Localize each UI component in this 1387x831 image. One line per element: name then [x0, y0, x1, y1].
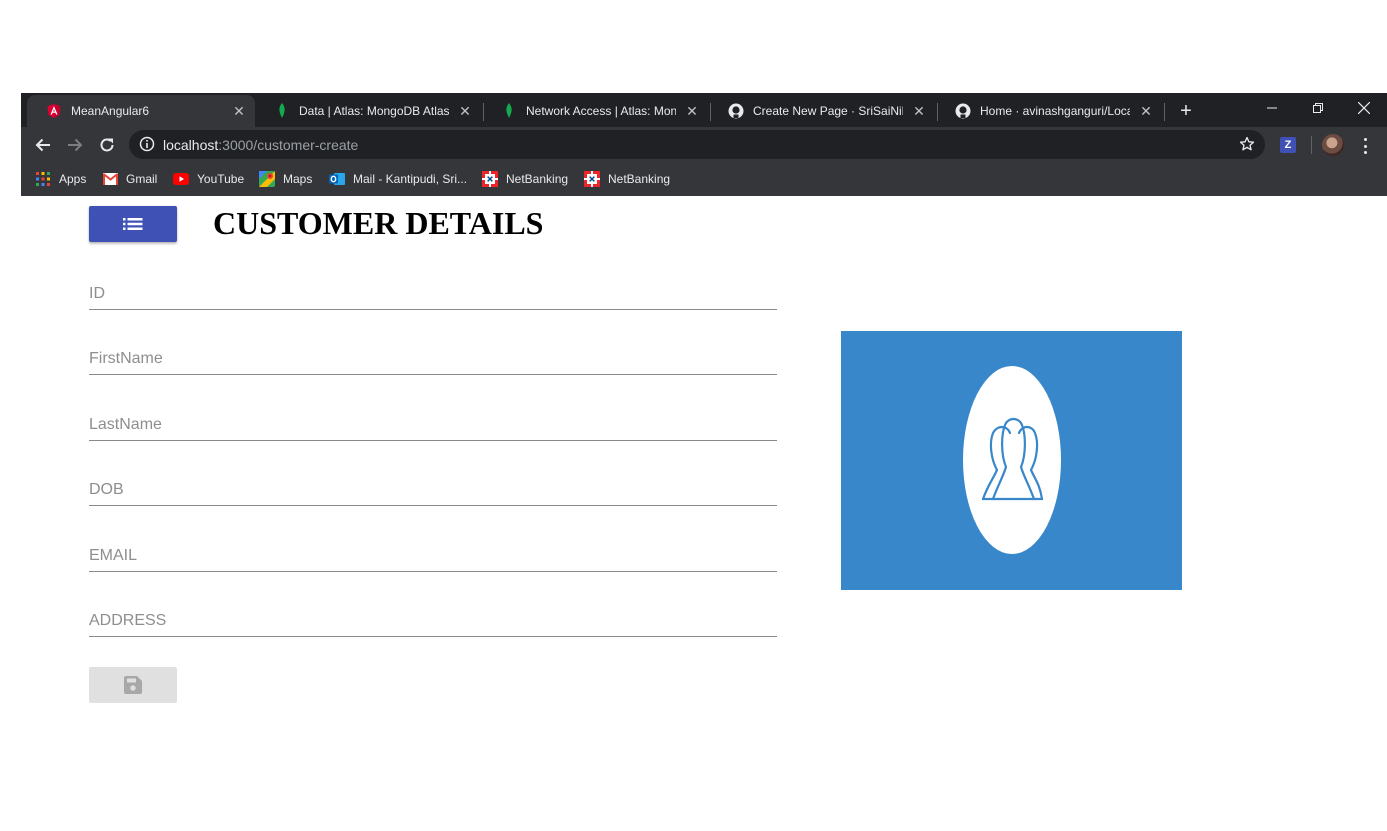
tab-title: Create New Page · SriSaiNikhil: [753, 104, 903, 118]
minimize-button[interactable]: [1249, 93, 1295, 123]
page-title: CUSTOMER DETAILS: [213, 205, 544, 241]
customers-icon: [963, 366, 1061, 554]
save-button[interactable]: [89, 667, 177, 703]
close-tab-icon[interactable]: ✕: [1136, 101, 1156, 121]
restore-button[interactable]: [1295, 93, 1341, 123]
youtube-icon: [173, 171, 189, 187]
bookmark-apps[interactable]: Apps: [35, 170, 86, 188]
list-icon: [123, 218, 143, 230]
tab-meanangular6[interactable]: MeanAngular6 ✕: [27, 95, 255, 127]
firstname-input[interactable]: [89, 350, 777, 368]
bookmark-label: Maps: [283, 172, 313, 186]
save-icon: [124, 676, 142, 694]
customer-illustration: [841, 331, 1182, 590]
url-host: localhost: [163, 137, 219, 153]
id-input[interactable]: [89, 285, 777, 303]
menu-list-button[interactable]: [89, 206, 177, 242]
reload-button[interactable]: [95, 133, 119, 157]
dob-input[interactable]: [89, 481, 777, 499]
close-tab-icon[interactable]: ✕: [909, 101, 929, 121]
browser-menu-icon[interactable]: [1355, 136, 1375, 156]
address-bar[interactable]: localhost:3000/customer-create: [129, 130, 1265, 159]
tab-title: Home · avinashganguri/Location: [980, 104, 1130, 118]
mongodb-leaf-icon: [501, 103, 517, 119]
dob-field[interactable]: [89, 476, 777, 506]
arrow-left-icon: [35, 138, 50, 152]
hdfc-icon: [584, 171, 600, 187]
close-tab-icon[interactable]: ✕: [682, 101, 702, 121]
bookmark-gmail[interactable]: Gmail: [102, 170, 157, 188]
profile-avatar[interactable]: [1322, 134, 1344, 156]
close-tab-icon[interactable]: ✕: [229, 101, 249, 121]
forward-button[interactable]: [63, 133, 87, 157]
tab-data-atlas[interactable]: Data | Atlas: MongoDB Atlas ✕: [255, 95, 481, 127]
info-icon[interactable]: [139, 136, 155, 152]
back-button[interactable]: [31, 133, 55, 157]
browser-window: MeanAngular6 ✕ Data | Atlas: MongoDB Atl…: [21, 93, 1387, 196]
browser-toolbar: localhost:3000/customer-create Z: [21, 127, 1387, 163]
bookmark-label: Mail - Kantipudi, Sri...: [353, 172, 468, 186]
url-path: :3000/customer-create: [218, 137, 359, 153]
bookmark-label: YouTube: [197, 172, 245, 186]
close-tab-icon[interactable]: ✕: [455, 101, 475, 121]
tab-home-location[interactable]: Home · avinashganguri/Location ✕: [936, 95, 1162, 127]
bookmark-label: NetBanking: [608, 172, 671, 186]
tab-create-new-page[interactable]: Create New Page · SriSaiNikhil ✕: [709, 95, 935, 127]
arrow-right-icon: [68, 138, 83, 152]
bookmarks-bar: Apps Gmail YouTube Maps Mail - Kantipudi…: [21, 163, 1387, 196]
tab-title: Data | Atlas: MongoDB Atlas: [299, 104, 449, 118]
bookmark-netbanking-1[interactable]: NetBanking: [482, 170, 568, 188]
tab-title: Network Access | Atlas: MongoDB Atlas: [526, 104, 676, 118]
github-icon: [955, 103, 971, 119]
url-text[interactable]: localhost:3000/customer-create: [163, 137, 358, 153]
bookmark-star-icon[interactable]: [1239, 136, 1255, 152]
id-field[interactable]: [89, 280, 777, 310]
github-icon: [728, 103, 744, 119]
lastname-field[interactable]: [89, 411, 777, 441]
reload-icon: [100, 138, 114, 152]
apps-grid-icon: [35, 171, 51, 187]
email-input[interactable]: [89, 547, 777, 565]
minimize-icon: [1267, 107, 1277, 109]
restore-icon: [1313, 103, 1323, 113]
bookmark-label: Gmail: [126, 172, 158, 186]
gmail-icon: [102, 171, 118, 187]
bookmark-label: NetBanking: [506, 172, 569, 186]
close-window-button[interactable]: [1341, 93, 1387, 123]
toolbar-separator: [1311, 136, 1312, 154]
bookmark-youtube[interactable]: YouTube: [173, 170, 244, 188]
extension-z-icon[interactable]: Z: [1280, 137, 1296, 153]
close-icon: [1358, 102, 1370, 114]
bookmark-netbanking-2[interactable]: NetBanking: [584, 170, 670, 188]
new-tab-button[interactable]: +: [1175, 101, 1197, 123]
angular-icon: [46, 103, 62, 119]
bookmark-maps[interactable]: Maps: [259, 170, 312, 188]
tab-title: MeanAngular6: [71, 104, 150, 118]
outlook-icon: [329, 171, 345, 187]
mongodb-leaf-icon: [274, 103, 290, 119]
address-input[interactable]: [89, 612, 777, 630]
bookmark-label: Apps: [59, 172, 87, 186]
lastname-input[interactable]: [89, 416, 777, 434]
hdfc-icon: [482, 171, 498, 187]
tab-strip: MeanAngular6 ✕ Data | Atlas: MongoDB Atl…: [21, 93, 1387, 127]
tab-separator: [1164, 103, 1165, 121]
email-field[interactable]: [89, 542, 777, 572]
bookmark-mail-kantipudi[interactable]: Mail - Kantipudi, Sri...: [329, 170, 467, 188]
maps-icon: [259, 171, 275, 187]
tab-network-access[interactable]: Network Access | Atlas: MongoDB Atlas ✕: [482, 95, 708, 127]
firstname-field[interactable]: [89, 345, 777, 375]
address-field[interactable]: [89, 607, 777, 637]
